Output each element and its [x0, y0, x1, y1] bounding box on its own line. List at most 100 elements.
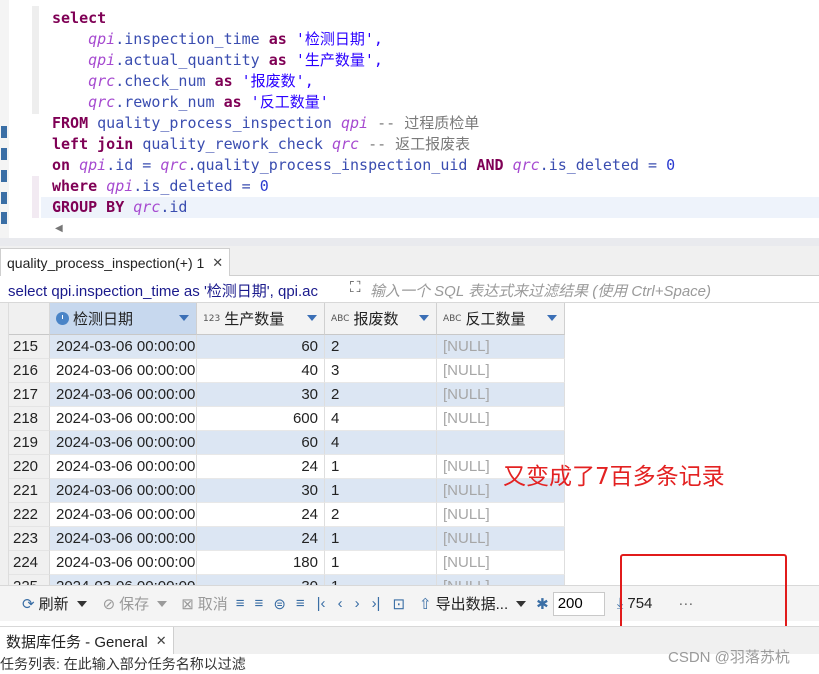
table-row[interactable]: 216 2024-03-06 00:00:00 40 3 [NULL] [9, 359, 565, 383]
grid-side-tab[interactable] [0, 303, 9, 585]
close-icon[interactable]: ✕ [156, 633, 167, 649]
table-cell[interactable]: 2 [325, 503, 437, 527]
table-cell[interactable]: [NULL] [437, 407, 565, 431]
sort-filter-icon[interactable] [419, 315, 429, 321]
table-cell[interactable]: 24 [197, 527, 325, 551]
last-page-icon[interactable]: ›| [372, 595, 381, 612]
copy-row-icon[interactable]: ⊜ [273, 595, 286, 613]
result-grid[interactable]: 检测日期 123 生产数量 ABC 报废数 ABC 反工数量 215 2024-03-06 0… [0, 303, 819, 585]
row-number[interactable]: 215 [9, 335, 50, 359]
edit-row-icon[interactable]: ≡ [236, 595, 245, 612]
prev-page-icon[interactable]: ‹ [338, 595, 343, 612]
close-icon[interactable]: ✕ [212, 255, 223, 271]
table-cell[interactable]: [NULL] [437, 383, 565, 407]
table-cell[interactable]: 2 [325, 335, 437, 359]
table-row[interactable]: 224 2024-03-06 00:00:00 180 1 [NULL] [9, 551, 565, 575]
next-page-icon[interactable]: › [355, 595, 360, 612]
table-cell[interactable]: 2024-03-06 00:00:00 [50, 551, 197, 575]
column-header[interactable]: 检测日期 [50, 303, 197, 335]
table-cell[interactable]: 4 [325, 407, 437, 431]
table-cell[interactable]: 180 [197, 551, 325, 575]
filter-expand-icon[interactable]: ⛶ [350, 279, 361, 296]
table-cell[interactable]: 30 [197, 479, 325, 503]
sql-text[interactable]: select qpi.inspection_time as '检测日期', qp… [52, 8, 675, 218]
table-cell[interactable]: 2024-03-06 00:00:00 [50, 575, 197, 585]
row-number[interactable]: 216 [9, 359, 50, 383]
filter-input[interactable]: 输入一个 SQL 表达式来过滤结果 (使用 Ctrl+Space) [370, 280, 810, 301]
table-row[interactable]: 220 2024-03-06 00:00:00 24 1 [NULL] [9, 455, 565, 479]
table-cell[interactable]: 40 [197, 359, 325, 383]
cancel-button[interactable]: ⊠ 取消 [181, 593, 228, 614]
table-cell[interactable]: 1 [325, 575, 437, 585]
panel-divider[interactable] [0, 238, 819, 246]
table-row[interactable]: 222 2024-03-06 00:00:00 24 2 [NULL] [9, 503, 565, 527]
table-cell[interactable]: 2024-03-06 00:00:00 [50, 527, 197, 551]
table-row[interactable]: 223 2024-03-06 00:00:00 24 1 [NULL] [9, 527, 565, 551]
table-cell[interactable]: 2024-03-06 00:00:00 [50, 407, 197, 431]
column-header[interactable]: 123 生产数量 [197, 303, 325, 335]
table-cell[interactable]: 600 [197, 407, 325, 431]
row-number[interactable]: 219 [9, 431, 50, 455]
row-number[interactable]: 220 [9, 455, 50, 479]
chevron-down-icon[interactable] [76, 600, 87, 607]
row-number[interactable]: 223 [9, 527, 50, 551]
fit-icon[interactable]: ⊡ [392, 595, 405, 613]
column-header[interactable]: ABC 报废数 [325, 303, 437, 335]
tab-result[interactable]: quality_process_inspection(+) 1 ✕ [0, 248, 231, 276]
delete-row-icon[interactable]: ≡ [296, 595, 305, 612]
table-cell[interactable]: 24 [197, 455, 325, 479]
table-cell[interactable]: 60 [197, 335, 325, 359]
gear-icon[interactable]: ✱ [536, 595, 549, 613]
table-cell[interactable]: [NULL] [437, 335, 565, 359]
table-row[interactable]: 218 2024-03-06 00:00:00 600 4 [NULL] [9, 407, 565, 431]
row-number[interactable]: 221 [9, 479, 50, 503]
row-number[interactable]: 222 [9, 503, 50, 527]
table-row[interactable]: 219 2024-03-06 00:00:00 60 4 [9, 431, 565, 455]
table-cell[interactable]: [NULL] [437, 359, 565, 383]
export-button[interactable]: ⇧ 导出数据... [419, 593, 527, 614]
row-number-header[interactable] [9, 303, 50, 335]
table-row[interactable]: 215 2024-03-06 00:00:00 60 2 [NULL] [9, 335, 565, 359]
table-cell[interactable]: 24 [197, 503, 325, 527]
table-cell[interactable]: 30 [197, 575, 325, 585]
row-number[interactable]: 217 [9, 383, 50, 407]
row-number[interactable]: 225 [9, 575, 50, 585]
table-cell[interactable]: [NULL] [437, 527, 565, 551]
chevron-down-icon[interactable] [516, 600, 527, 607]
table-cell[interactable]: 2024-03-06 00:00:00 [50, 455, 197, 479]
table-row[interactable]: 2252024-03-06 00:00:00301[NULL] [9, 575, 565, 585]
row-number[interactable]: 218 [9, 407, 50, 431]
table-cell[interactable]: 2 [325, 383, 437, 407]
table-cell[interactable]: 4 [325, 431, 437, 455]
row-number[interactable]: 224 [9, 551, 50, 575]
table-cell[interactable]: 30 [197, 383, 325, 407]
sort-filter-icon[interactable] [307, 315, 317, 321]
table-cell[interactable]: [NULL] [437, 503, 565, 527]
save-button[interactable]: ⊘ 保存 [103, 593, 168, 614]
sort-filter-icon[interactable] [179, 315, 189, 321]
table-cell[interactable]: 2024-03-06 00:00:00 [50, 503, 197, 527]
table-cell[interactable]: 1 [325, 527, 437, 551]
first-page-icon[interactable]: |‹ [317, 595, 326, 612]
table-cell[interactable]: 2024-03-06 00:00:00 [50, 335, 197, 359]
table-cell[interactable]: 1 [325, 551, 437, 575]
column-header[interactable]: ABC 反工数量 [437, 303, 565, 335]
table-cell[interactable] [437, 431, 565, 455]
tab-database-tasks[interactable]: 数据库任务 - General ✕ [0, 627, 174, 655]
table-cell[interactable]: 60 [197, 431, 325, 455]
table-cell[interactable]: [NULL] [437, 551, 565, 575]
table-cell[interactable]: 1 [325, 479, 437, 503]
editor-horizontal-scrollbar[interactable]: ◀ [41, 222, 819, 246]
table-cell[interactable]: 2024-03-06 00:00:00 [50, 383, 197, 407]
table-cell[interactable]: 3 [325, 359, 437, 383]
table-cell[interactable]: 2024-03-06 00:00:00 [50, 431, 197, 455]
table-cell[interactable]: [NULL] [437, 575, 565, 585]
sort-filter-icon[interactable] [547, 315, 557, 321]
fetch-size-input[interactable] [552, 591, 605, 616]
refresh-button[interactable]: ⟳ 刷新 [22, 593, 87, 614]
table-cell[interactable]: 1 [325, 455, 437, 479]
table-cell[interactable]: 2024-03-06 00:00:00 [50, 359, 197, 383]
add-row-icon[interactable]: ≡ [255, 595, 264, 612]
sql-editor[interactable]: select qpi.inspection_time as '检测日期', qp… [0, 0, 819, 246]
table-row[interactable]: 221 2024-03-06 00:00:00 30 1 [NULL] [9, 479, 565, 503]
